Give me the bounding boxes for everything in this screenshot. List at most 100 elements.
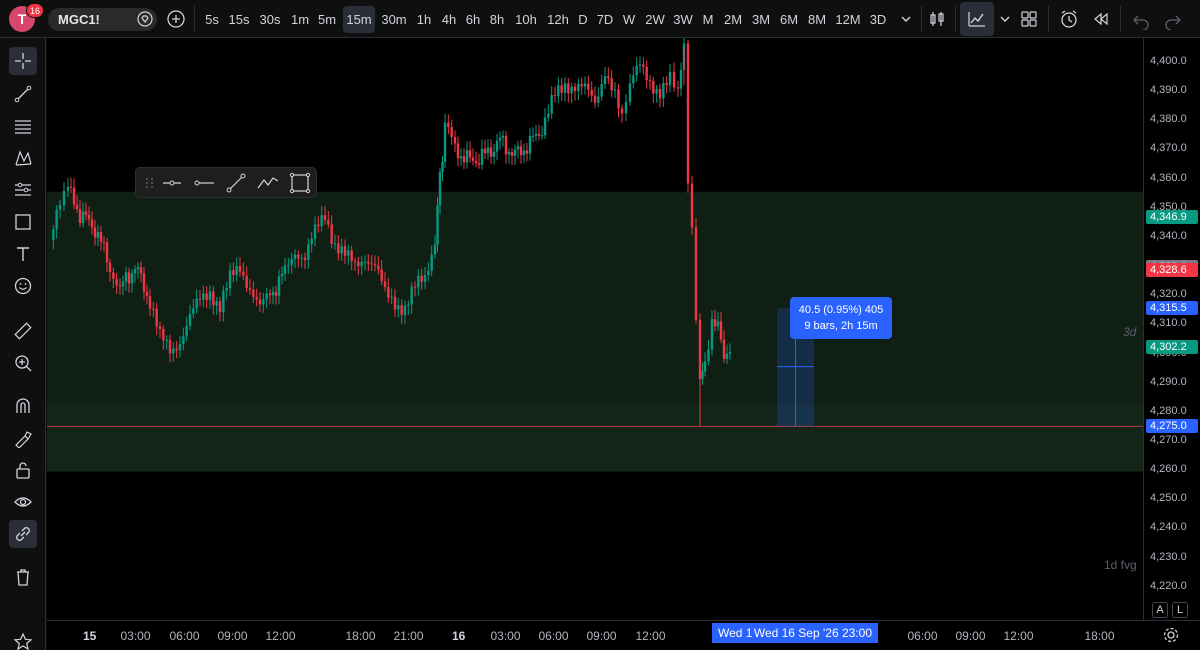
timeframe-1h[interactable]: 1h xyxy=(413,6,435,33)
candle-body xyxy=(690,183,694,228)
timeframe-6m[interactable]: 6M xyxy=(777,6,801,33)
candle-body xyxy=(205,293,208,300)
price-axis[interactable]: 4,400.0 4,390.0 4,380.0 4,370.0 4,360.0 4,350… xyxy=(1143,38,1200,620)
remove-drawings-tool[interactable] xyxy=(9,563,37,591)
candle-body xyxy=(703,361,707,372)
candle-body xyxy=(534,133,538,136)
time-tick: 09:00 xyxy=(955,629,986,643)
undo-icon[interactable] xyxy=(1130,8,1152,30)
magnet-tool[interactable] xyxy=(9,392,37,420)
candle-body xyxy=(436,205,439,245)
timeframe-2w[interactable]: 2W xyxy=(642,6,668,33)
crosshair-button[interactable] xyxy=(9,47,37,75)
candle-body xyxy=(367,261,370,264)
timeframe-8m[interactable]: 8M xyxy=(804,6,830,33)
replay-icon[interactable] xyxy=(1090,8,1112,30)
timeframe-2m[interactable]: 2M xyxy=(720,6,746,33)
forecast-tool[interactable] xyxy=(9,176,37,204)
price-tick: 4,390.0 xyxy=(1150,84,1187,97)
timeframe-30s[interactable]: 30s xyxy=(256,6,284,33)
timeframe-4h[interactable]: 4h xyxy=(439,6,459,33)
candle-body xyxy=(93,227,97,238)
horizontal-line-icon[interactable] xyxy=(192,172,216,194)
chevron-down-icon[interactable] xyxy=(994,8,1016,30)
forecast-icon xyxy=(15,182,31,196)
link-tool[interactable] xyxy=(9,520,37,548)
timeframe-3d[interactable]: 3D xyxy=(866,6,890,33)
timeframe-15m[interactable]: 15m xyxy=(343,6,375,33)
timeframe-8h[interactable]: 8h xyxy=(486,6,508,33)
emoji-tool[interactable] xyxy=(9,272,37,300)
pattern-tool[interactable] xyxy=(9,144,37,172)
timeframe-10h[interactable]: 10h xyxy=(512,6,540,33)
path-icon[interactable] xyxy=(256,172,280,194)
time-tick: 16 xyxy=(452,629,466,643)
drag-handle-icon[interactable] xyxy=(138,172,162,194)
candle-body xyxy=(182,336,185,345)
ruler-tool[interactable] xyxy=(9,317,37,345)
zoom-tool[interactable] xyxy=(9,349,37,377)
timeframe-3m[interactable]: 3M xyxy=(749,6,773,33)
text-tool[interactable] xyxy=(9,240,37,268)
candles-icon[interactable] xyxy=(926,8,948,30)
candle-body xyxy=(510,152,514,156)
lock-all-tool[interactable] xyxy=(9,456,37,484)
timeframe-w[interactable]: W xyxy=(620,6,638,33)
candle-body xyxy=(528,136,532,154)
candle-body xyxy=(580,83,583,87)
price-chart[interactable]: 40.5 (0.95%) 405 9 bars, 2h 15m xyxy=(47,38,1143,620)
candle-body xyxy=(274,291,278,296)
candle-body xyxy=(228,270,232,288)
timeframe-3w[interactable]: 3W xyxy=(670,6,696,33)
time-axis[interactable]: 15 03:00 06:00 09:00 12:00 18:00 21:00 16 03:00 0… xyxy=(47,620,1200,650)
timeframe-30m[interactable]: 30m xyxy=(379,6,409,33)
line-chart-button[interactable] xyxy=(960,2,994,36)
time-tick: 09:00 xyxy=(586,629,617,643)
candlestick-chart[interactable] xyxy=(47,38,1143,620)
symbol-search-button[interactable]: MGC1! xyxy=(48,8,157,31)
toolbar-divider xyxy=(921,6,922,32)
candle-body xyxy=(139,267,143,274)
candle-body xyxy=(553,94,557,96)
add-symbol-icon[interactable] xyxy=(166,9,186,29)
shapes-tool[interactable] xyxy=(9,208,37,236)
timeframe-5s[interactable]: 5s xyxy=(200,6,224,33)
diamond-icon[interactable] xyxy=(137,11,153,27)
timeframe-6h[interactable]: 6h xyxy=(462,6,484,33)
candle-body xyxy=(162,328,165,341)
candle-body xyxy=(513,149,517,156)
candle-body xyxy=(290,258,293,265)
trend-line-tool[interactable] xyxy=(9,80,37,108)
horizontal-ray-icon[interactable] xyxy=(160,172,184,194)
timeframe-7d[interactable]: 7D xyxy=(594,6,616,33)
timeframe-12h[interactable]: 12h xyxy=(544,6,572,33)
rectangle-icon[interactable] xyxy=(288,172,312,194)
chevron-down-icon[interactable] xyxy=(895,8,917,30)
candle-body xyxy=(175,348,178,351)
candle-body xyxy=(370,263,373,265)
log-scale-button[interactable]: L xyxy=(1172,602,1188,618)
candle-body xyxy=(380,269,383,282)
candle-body xyxy=(235,266,238,275)
magnet-icon xyxy=(16,398,30,413)
fib-tool[interactable] xyxy=(9,112,37,140)
lock-draw-tool[interactable] xyxy=(9,424,37,452)
layout-grid-icon[interactable] xyxy=(1018,8,1040,30)
redo-icon[interactable] xyxy=(1162,8,1184,30)
hide-drawings-tool[interactable] xyxy=(9,488,37,516)
timeframe-m[interactable]: M xyxy=(699,6,717,33)
price-tick: 4,360.0 xyxy=(1150,171,1187,184)
timeframe-1m[interactable]: 1m xyxy=(289,6,311,33)
trend-line-icon[interactable] xyxy=(224,172,248,194)
candle-body xyxy=(648,80,652,82)
alert-clock-icon[interactable] xyxy=(1058,8,1080,30)
candle-body xyxy=(198,298,202,300)
settings-gear-icon[interactable] xyxy=(1162,626,1180,644)
candle-body xyxy=(390,296,393,298)
timeframe-d[interactable]: D xyxy=(575,6,591,33)
timeframe-12m[interactable]: 12M xyxy=(833,6,863,33)
timeframe-15s[interactable]: 15s xyxy=(226,6,252,33)
auto-scale-button[interactable]: A xyxy=(1152,602,1168,618)
favorites-tool[interactable] xyxy=(9,628,37,650)
timeframe-5m[interactable]: 5m xyxy=(315,6,339,33)
